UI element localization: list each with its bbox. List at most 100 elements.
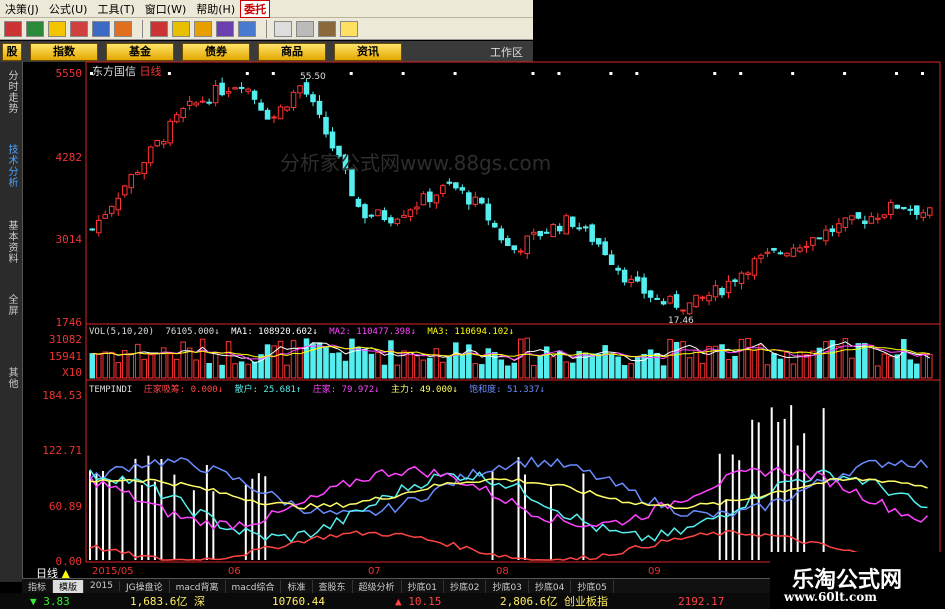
tab-bottom03[interactable]: 抄底03 xyxy=(486,579,529,593)
volume-bar xyxy=(875,365,881,379)
gem-change: ▲ 10.15 xyxy=(395,594,442,608)
tab-bottom02[interactable]: 抄底02 xyxy=(444,579,487,593)
candlestick-chart[interactable] xyxy=(0,0,945,609)
volume-bar xyxy=(388,340,394,379)
volume-bar xyxy=(823,341,829,379)
volume-bar xyxy=(329,353,336,379)
volume-bar xyxy=(303,338,310,379)
candle-body xyxy=(550,224,556,238)
period-label[interactable]: 日线 xyxy=(140,65,162,78)
tab-indicator[interactable]: 指标 xyxy=(22,579,54,593)
volume-bar xyxy=(492,351,498,379)
candle-body xyxy=(466,192,472,205)
candle-body xyxy=(615,267,621,271)
volume-bar xyxy=(472,363,479,379)
volume-bar xyxy=(355,347,362,379)
top-marker xyxy=(245,72,249,75)
candle-body xyxy=(147,146,154,164)
tab-super[interactable]: 超级分析 xyxy=(353,579,402,593)
volume-bar xyxy=(868,344,875,379)
candle-body xyxy=(401,214,407,218)
candle-body xyxy=(446,181,453,184)
volume-bar xyxy=(673,341,680,379)
candle-body xyxy=(89,228,96,231)
tab-shareholders[interactable]: 查股东 xyxy=(313,579,353,593)
candle-body xyxy=(251,90,258,100)
candle-body xyxy=(329,131,336,149)
volume-bar xyxy=(615,356,621,379)
volume-bar xyxy=(290,340,297,379)
candle-body xyxy=(219,82,225,96)
tab-standard[interactable]: 标准 xyxy=(281,579,313,593)
candle-body xyxy=(134,171,141,175)
candle-body xyxy=(316,100,323,115)
volume-bar xyxy=(628,363,634,379)
tab-bottom01[interactable]: 抄底01 xyxy=(402,579,444,593)
candle-body xyxy=(699,296,706,299)
candle-body xyxy=(394,218,401,225)
tab-template[interactable]: 模版 xyxy=(53,579,85,593)
candle-body xyxy=(634,276,641,282)
candle-body xyxy=(608,254,615,265)
candle-body xyxy=(420,193,427,206)
top-marker xyxy=(739,72,743,75)
candle-body xyxy=(368,214,375,217)
volume-bar xyxy=(569,362,576,379)
watermark: 分析家公式网www.88gs.com xyxy=(280,151,552,175)
volume-bar xyxy=(771,353,777,379)
gem-turnover: 2,806.6亿 创业板指 xyxy=(500,595,608,608)
volume-bar xyxy=(738,338,745,379)
candle-body xyxy=(173,114,180,123)
tab-macd-div[interactable]: macd背离 xyxy=(170,579,226,593)
volume-legend: VOL(5,10,20) 76105.000↓ MA1: 108920.602↓… xyxy=(89,327,520,337)
volume-bar xyxy=(901,339,907,379)
candle-body xyxy=(115,197,122,211)
volume-bar xyxy=(686,357,693,379)
volume-bar xyxy=(524,337,531,379)
volume-bar xyxy=(511,362,518,379)
candle-body xyxy=(751,258,758,276)
top-marker xyxy=(843,72,847,75)
tab-macd-all[interactable]: macd综合 xyxy=(226,579,282,593)
candle-body xyxy=(725,280,732,294)
candle-body xyxy=(660,301,667,305)
candle-body xyxy=(712,285,719,298)
tab-bottom04[interactable]: 抄底04 xyxy=(529,579,572,593)
candle-body xyxy=(472,196,479,205)
candle-body xyxy=(440,185,446,195)
status-bar: ▼ 3.83 1,683.6亿 深 10760.44 ▲ 10.15 2,806… xyxy=(0,593,770,609)
tab-jg[interactable]: JG操盘论 xyxy=(120,579,170,593)
candle-body xyxy=(498,228,505,241)
candle-body xyxy=(576,227,582,230)
candle-body xyxy=(355,198,362,207)
candle-body xyxy=(582,226,589,229)
candle-body xyxy=(407,209,414,218)
candle-body xyxy=(180,108,186,119)
volume-bar xyxy=(433,348,440,379)
volume-bar xyxy=(725,359,732,379)
chart-title-row: 东方国信 日线 xyxy=(92,63,162,79)
gem-index: 2192.17 xyxy=(678,594,725,608)
volume-bar xyxy=(323,347,329,379)
candle-body xyxy=(511,245,518,251)
volume-bar xyxy=(115,362,122,379)
volume-bar xyxy=(505,365,511,379)
top-marker xyxy=(635,72,639,75)
volume-bar xyxy=(212,352,219,379)
candle-body xyxy=(238,86,245,89)
candle-body xyxy=(485,203,492,221)
candle-body xyxy=(362,204,368,219)
candle-body xyxy=(881,214,888,218)
stock-name[interactable]: 东方国信 xyxy=(92,65,136,78)
tab-2015[interactable]: 2015 xyxy=(84,581,120,591)
candle-body xyxy=(855,212,862,219)
sz-change: ▼ 3.83 xyxy=(30,594,70,608)
volume-bar xyxy=(193,359,199,379)
volume-bar xyxy=(394,364,401,379)
candle-body xyxy=(732,279,738,283)
candle-body xyxy=(875,217,881,220)
volume-bar xyxy=(563,361,569,379)
candle-body xyxy=(595,238,602,245)
volume-bar xyxy=(368,353,375,379)
tab-bottom05[interactable]: 抄底05 xyxy=(571,579,614,593)
